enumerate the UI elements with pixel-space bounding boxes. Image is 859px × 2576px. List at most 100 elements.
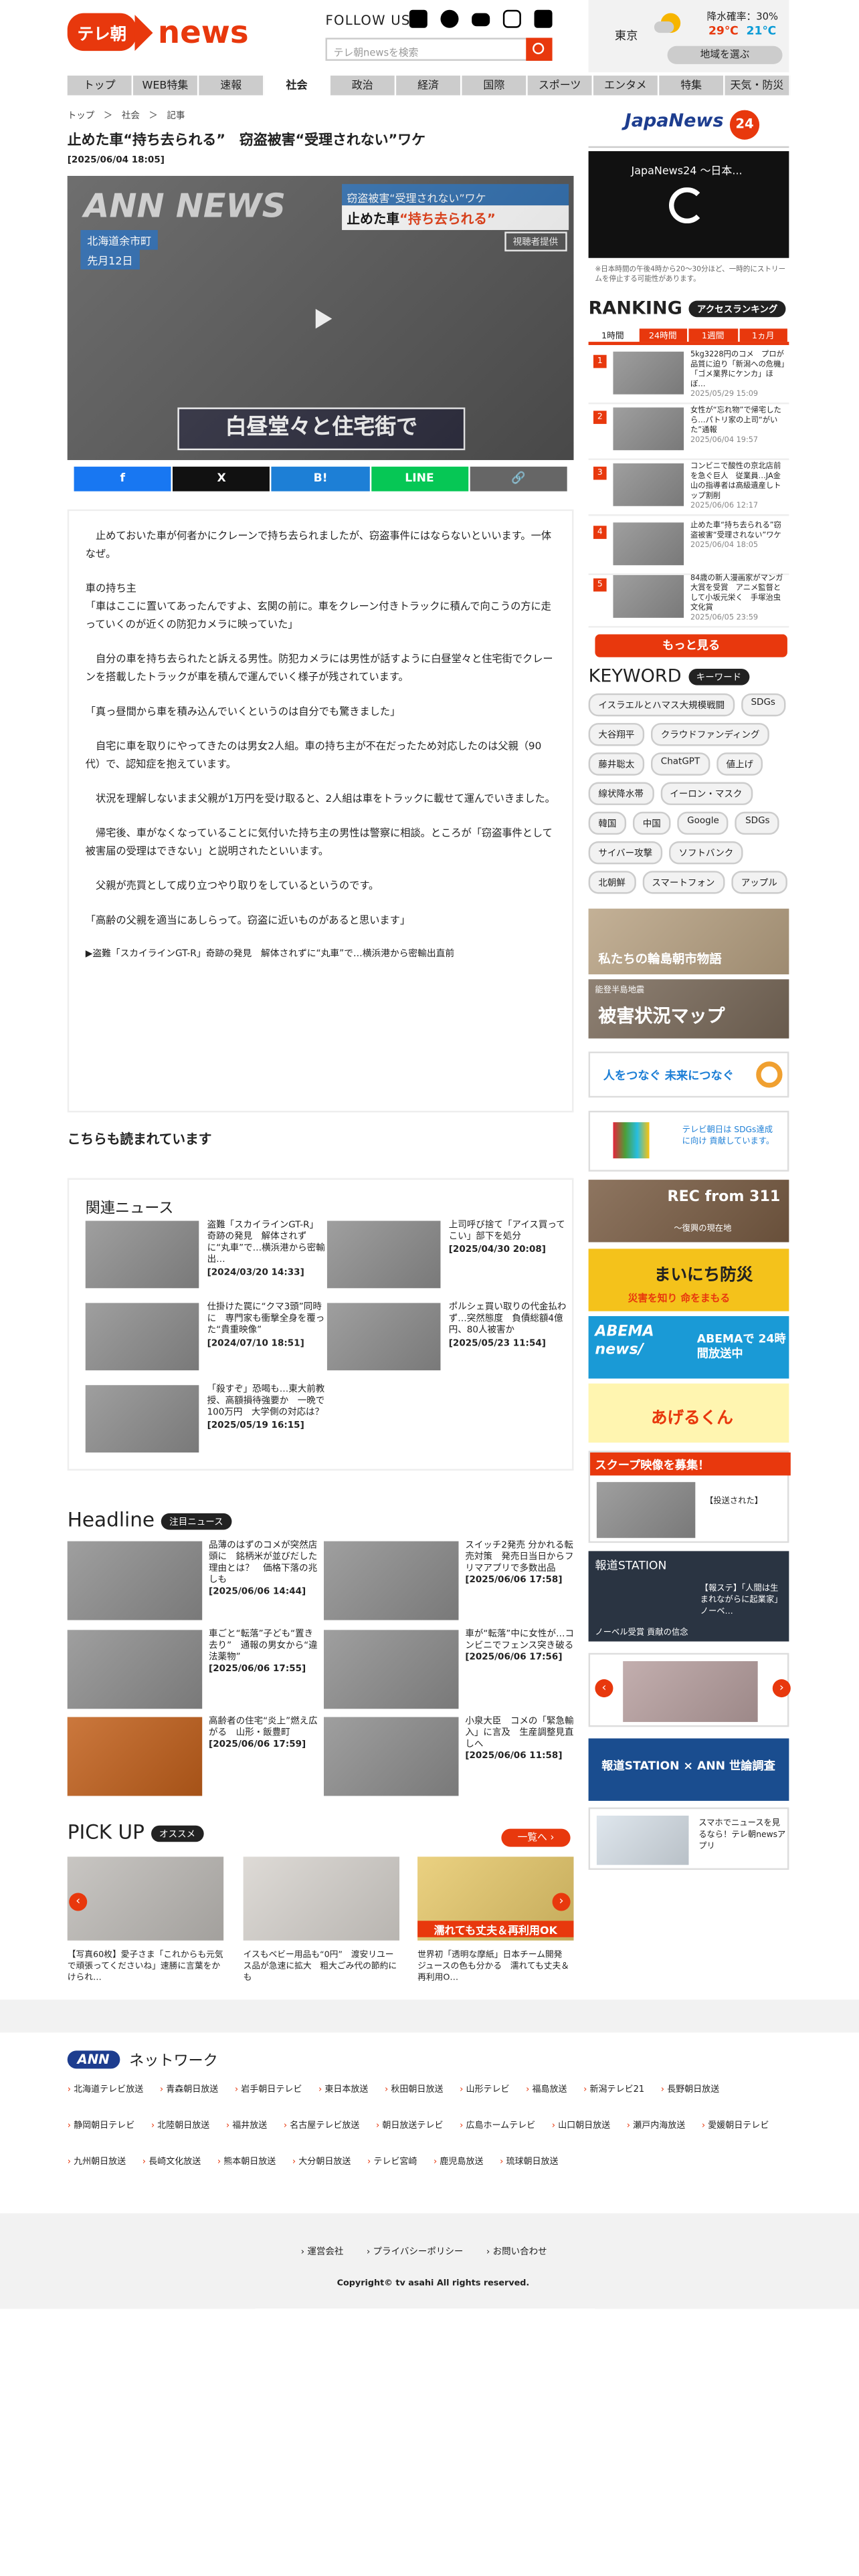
network-station-link[interactable]: 鹿児島放送 (434, 2151, 500, 2170)
headline-item[interactable]: 小泉大臣 コメの「緊急輸入」に言及 生産調整見直しへ [2025/06/06 11… (324, 1717, 579, 1800)
related-item[interactable]: 「殺すぞ」恐喝も…東大前教授、高額損待強要か 一晩で100万円 大学側の対応は？… (85, 1385, 329, 1457)
nav-item[interactable]: 国際 (462, 76, 528, 96)
network-station-link[interactable]: 岩手朝日テレビ (235, 2078, 318, 2098)
footer-link[interactable]: お問い合わせ (486, 2244, 547, 2258)
network-station-link[interactable]: 愛媛朝日テレビ (702, 2115, 785, 2134)
headline-item[interactable]: 車が“転落”中に女性が…コンビニでフェンス突き破る [2025/06/06 17:… (324, 1630, 579, 1712)
pickup-item[interactable]: 濡れても丈夫＆再利用OK 世界初「透明な摩紙」日本チーム開発 ジュースの色も分かる… (417, 1856, 574, 1983)
related-item[interactable]: 盗難「スカイラインGT-R」奇跡の発見 解体されずに“丸車”で…横浜港から密輸出… (85, 1220, 329, 1293)
sdgs-banner[interactable]: 人をつなぐ 未来につなぐ (588, 1051, 789, 1098)
nav-item[interactable]: 経済 (396, 76, 462, 96)
nav-item[interactable]: 政治 (330, 76, 397, 96)
nav-item-active[interactable]: 社会 (264, 76, 330, 96)
ranking-item[interactable]: 3 コンビニで酸性の京北店前を急ぐ巨人 従業員…JA金山の指導者は高級遺産しトップ… (588, 460, 789, 516)
pickup-more-button[interactable]: 一覧へ › (501, 1828, 571, 1847)
search-input[interactable]: テレ朝newsを検索 (325, 37, 553, 61)
carousel-next-icon[interactable]: › (552, 1893, 571, 1911)
nav-item[interactable]: 天気・防災 (725, 76, 791, 96)
search-icon[interactable] (526, 37, 553, 61)
keyword-chip[interactable]: 韓国 (588, 811, 627, 835)
rec311-banner[interactable]: REC from 311 ～復興の現在地 (588, 1180, 789, 1243)
keyword-chip[interactable]: ソフトバンク (668, 841, 743, 865)
x-icon[interactable] (409, 9, 427, 28)
tiktok-icon[interactable] (534, 9, 553, 28)
network-station-link[interactable]: 北海道テレビ放送 (68, 2078, 160, 2098)
ranking-item[interactable]: 4 止めた車“持ち去られる”窃盗被害“受理されない”ワケ 2025/06/04 18… (588, 519, 789, 575)
keyword-chip[interactable]: SDGs (741, 693, 785, 717)
side-next-icon[interactable]: › (772, 1679, 791, 1698)
keyword-chip[interactable]: 値上げ (716, 752, 763, 776)
keyword-chip[interactable]: サイバー攻撃 (588, 841, 662, 865)
network-station-link[interactable]: 朝日放送テレビ (376, 2115, 460, 2134)
keyword-chip[interactable]: 中国 (632, 811, 671, 835)
network-station-link[interactable]: 長崎文化放送 (142, 2151, 217, 2170)
carousel-banner[interactable] (588, 1652, 789, 1727)
pickup-item[interactable]: イスもベビー用品も“0円” 渡安リユース品が急速に拡大 粗大ごみ代の節約にも (243, 1856, 400, 1983)
abema-banner[interactable]: ABEMA news/ABEMAで 24時間放送中 (588, 1316, 789, 1379)
keyword-chip[interactable]: 線状降水帯 (588, 782, 654, 805)
japannews-logo[interactable]: JapaNews 24 (588, 105, 789, 148)
ranking-item[interactable]: 2 女性が“忘れ物”で帰宅したら…パトリ家の上司“がいた”通報 2025/06/04… (588, 404, 789, 460)
copy-link-button[interactable]: 🔗 (470, 466, 567, 492)
network-station-link[interactable]: 福島放送 (526, 2078, 583, 2098)
wajima-banner[interactable]: 私たちの輪島朝市物語 (588, 908, 789, 975)
keyword-chip[interactable]: スマートフォン (642, 871, 725, 894)
network-station-link[interactable]: テレビ宮崎 (367, 2151, 434, 2170)
network-station-link[interactable]: 長野朝日放送 (661, 2078, 736, 2098)
tab-24hour[interactable]: 24時間 (638, 328, 688, 342)
network-station-link[interactable]: 九州朝日放送 (68, 2151, 142, 2170)
keyword-chip[interactable]: イスラエルとハマス大規模戦闘 (588, 693, 735, 717)
yoron-banner[interactable]: 報道STATION × ANN 世論調査 (588, 1738, 789, 1801)
live-video-player[interactable]: JapaNews24 ～日本... (588, 151, 789, 258)
play-icon[interactable] (315, 308, 332, 329)
headline-item[interactable]: スイッチ2発売 分かれる転売対策 発売日当日からフリマアプリで多数出品 [2025… (324, 1541, 579, 1624)
network-station-link[interactable]: 瀬戸内海放送 (627, 2115, 702, 2134)
x-share-button[interactable]: X (173, 466, 270, 492)
site-logo[interactable]: テレ朝 news (67, 13, 249, 51)
keyword-chip[interactable]: ChatGPT (651, 752, 710, 776)
keyword-chip[interactable]: アップル (731, 871, 787, 894)
keyword-chip[interactable]: 大谷翔平 (588, 723, 645, 746)
keyword-chip[interactable]: イーロン・マスク (660, 782, 753, 805)
sdgs-pledge-banner[interactable]: テレビ朝日は SDGs達成に向け 貢献しています。 (588, 1110, 789, 1172)
region-select-button[interactable]: 地域を選ぶ (667, 45, 783, 64)
instagram-icon[interactable] (502, 9, 521, 28)
network-station-link[interactable]: 新潟テレビ21 (583, 2078, 661, 2098)
pickup-item[interactable]: 【写真60枚】愛子さま「これからも元気で頑張ってくださいね」速勝に言葉をかけられ… (67, 1856, 224, 1983)
bosai-banner[interactable]: まいにち防災 災害を知り 命をまもる (588, 1249, 789, 1311)
footer-link[interactable]: プライバシーポリシー (367, 2244, 464, 2258)
network-station-link[interactable]: 熊本朝日放送 (217, 2151, 292, 2170)
app-banner[interactable]: スマホでニュースを見るなら！テレ朝newsアプリ (588, 1807, 789, 1870)
network-station-link[interactable]: 名古屋テレビ放送 (284, 2115, 376, 2134)
headline-item[interactable]: 品薄のはずのコメが突然店頭に 銘柄米が並びだした理由とは？ 価格下落の兆しも [2… (67, 1541, 322, 1624)
headline-item[interactable]: 車ごと“転落”子ども“置き去り” 通報の男女から“違法薬物” [2025/06/0… (67, 1630, 322, 1712)
headline-item[interactable]: 高齢者の住宅“炎上”燃え広がる 山形・飯豊町 [2025/06/06 17:59] (67, 1717, 322, 1800)
network-station-link[interactable]: 大分朝日放送 (292, 2151, 367, 2170)
ranking-item[interactable]: 5 84歳の新人漫画家がマンガ大賞を受賞 アニメ監督として小坂元栄く 手塚治虫文化… (588, 572, 789, 628)
nav-item[interactable]: エンタメ (593, 76, 660, 96)
footer-link[interactable]: 運営会社 (301, 2244, 343, 2258)
network-station-link[interactable]: 山口朝日放送 (552, 2115, 627, 2134)
facebook-share-button[interactable]: f (74, 466, 172, 492)
nav-item[interactable]: 特集 (659, 76, 725, 96)
related-item[interactable]: 仕掛けた罠に“クマ3頭”同時に 専門家も衝撃全身を覆った“貴重映像” [2024/… (85, 1303, 329, 1375)
article-video[interactable]: ANN NEWS 窃盗被害“受理されない”ワケ 止めた車“持ち去られる” 北海道… (67, 175, 574, 460)
keyword-chip[interactable]: クラウドファンディング (651, 723, 770, 746)
keyword-chip[interactable]: SDGs (735, 811, 780, 835)
scoop-banner[interactable]: スクープ映像を募集！ 【投送された】 (588, 1451, 791, 1543)
network-station-link[interactable]: 東日本放送 (318, 2078, 385, 2098)
network-station-link[interactable]: 秋田朝日放送 (385, 2078, 460, 2098)
keyword-chip[interactable]: 北朝鮮 (588, 871, 636, 894)
network-station-link[interactable]: 広島ホームテレビ (460, 2115, 552, 2134)
network-station-link[interactable]: 北陸朝日放送 (151, 2115, 226, 2134)
network-station-link[interactable]: 青森朝日放送 (160, 2078, 235, 2098)
nav-item[interactable]: トップ (68, 76, 134, 96)
nav-item[interactable]: 速報 (199, 76, 265, 96)
ranking-more-button[interactable]: もっと見る (595, 634, 787, 657)
related-item[interactable]: ポルシェ買い取りの代金払わず…突然態度 負債総額4億円、80人被害か [2025/… (326, 1303, 571, 1375)
tab-1month[interactable]: 1ヵ月 (739, 328, 787, 342)
hatena-share-button[interactable]: B! (272, 466, 369, 492)
keyword-chip[interactable]: Google (677, 811, 729, 835)
nav-item[interactable]: WEB特集 (133, 76, 199, 96)
keyword-chip[interactable]: 藤井聡太 (588, 752, 645, 776)
